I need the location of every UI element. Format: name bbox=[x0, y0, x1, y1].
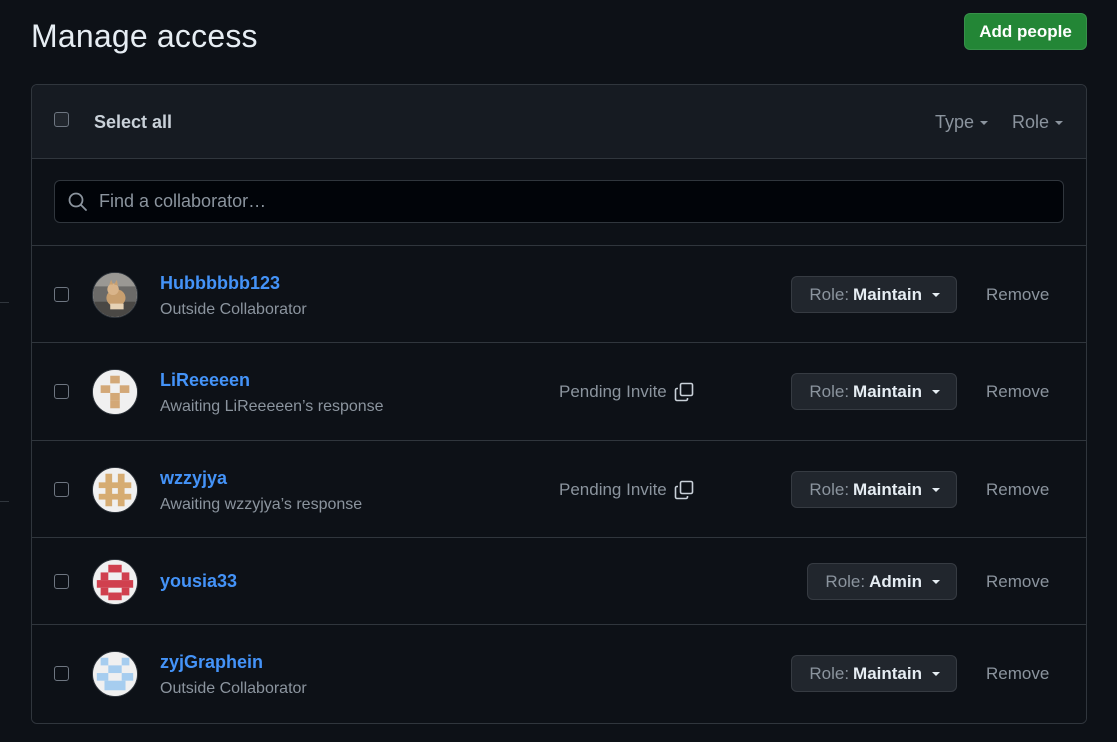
pending-invite-label: Pending Invite bbox=[559, 480, 667, 499]
identicon-avatar[interactable] bbox=[92, 651, 138, 697]
search-input[interactable] bbox=[97, 190, 1001, 213]
table-row: Hubbbbbb123 Outside Collaborator Role: M… bbox=[32, 246, 1086, 343]
remove-button[interactable]: Remove bbox=[986, 285, 1049, 305]
chevron-down-icon bbox=[932, 389, 940, 394]
role-filter-label: Role bbox=[1012, 112, 1050, 132]
list-header: Select all Type Role bbox=[32, 85, 1086, 159]
role-value: Maintain bbox=[853, 663, 922, 683]
username-link[interactable]: LiReeeeen bbox=[160, 370, 250, 391]
copy-icon[interactable] bbox=[673, 381, 695, 403]
divider bbox=[0, 302, 9, 303]
table-row: wzzyjya Awaiting wzzyjya’s response Pend… bbox=[32, 441, 1086, 538]
remove-button[interactable]: Remove bbox=[986, 664, 1049, 684]
select-all-checkbox[interactable] bbox=[54, 112, 69, 127]
role-value: Maintain bbox=[853, 284, 922, 304]
role-dropdown-button[interactable]: Role: Maintain bbox=[791, 471, 957, 508]
member-subtitle: Awaiting LiReeeeen’s response bbox=[160, 398, 384, 415]
chevron-down-icon bbox=[1055, 120, 1064, 125]
username-link[interactable]: zyjGraphein bbox=[160, 652, 263, 673]
username-link[interactable]: Hubbbbbb123 bbox=[160, 273, 280, 294]
pending-invite-label: Pending Invite bbox=[559, 382, 667, 401]
row-checkbox[interactable] bbox=[54, 666, 69, 681]
table-row: yousia33 Role: Admin Remove bbox=[32, 538, 1086, 625]
role-dropdown-button[interactable]: Role: Admin bbox=[807, 563, 957, 600]
role-prefix: Role: bbox=[809, 381, 850, 401]
remove-button[interactable]: Remove bbox=[986, 382, 1049, 402]
role-dropdown-button[interactable]: Role: Maintain bbox=[791, 276, 957, 313]
role-filter-dropdown[interactable]: Role bbox=[1012, 112, 1064, 133]
identicon-avatar[interactable] bbox=[92, 467, 138, 513]
role-prefix: Role: bbox=[809, 479, 850, 499]
row-checkbox[interactable] bbox=[54, 384, 69, 399]
identicon-avatar[interactable] bbox=[92, 369, 138, 415]
remove-button[interactable]: Remove bbox=[986, 572, 1049, 592]
table-row: zyjGraphein Outside Collaborator Role: M… bbox=[32, 625, 1086, 723]
role-value: Admin bbox=[869, 571, 922, 591]
page-title: Manage access bbox=[31, 18, 258, 54]
search-field[interactable] bbox=[54, 180, 1064, 223]
row-checkbox[interactable] bbox=[54, 574, 69, 589]
role-prefix: Role: bbox=[809, 663, 850, 683]
pending-invite-status: Pending Invite bbox=[559, 381, 695, 403]
chevron-down-icon bbox=[980, 120, 989, 125]
add-people-button[interactable]: Add people bbox=[964, 13, 1087, 50]
username-link[interactable]: yousia33 bbox=[160, 571, 237, 592]
row-checkbox[interactable] bbox=[54, 482, 69, 497]
identicon-avatar[interactable] bbox=[92, 559, 138, 605]
divider bbox=[0, 501, 9, 502]
username-link[interactable]: wzzyjya bbox=[160, 468, 227, 489]
table-row: LiReeeeen Awaiting LiReeeeen’s response … bbox=[32, 343, 1086, 441]
role-value: Maintain bbox=[853, 479, 922, 499]
role-dropdown-button[interactable]: Role: Maintain bbox=[791, 373, 957, 410]
role-prefix: Role: bbox=[825, 571, 866, 591]
search-area bbox=[32, 159, 1086, 246]
pending-invite-status: Pending Invite bbox=[559, 479, 695, 501]
type-filter-dropdown[interactable]: Type bbox=[935, 112, 989, 133]
member-subtitle: Awaiting wzzyjya’s response bbox=[160, 496, 363, 513]
member-subtitle: Outside Collaborator bbox=[160, 301, 307, 318]
chevron-down-icon bbox=[932, 579, 940, 584]
role-value: Maintain bbox=[853, 381, 922, 401]
photo-avatar[interactable] bbox=[92, 272, 138, 318]
member-subtitle: Outside Collaborator bbox=[160, 680, 307, 697]
chevron-down-icon bbox=[932, 292, 940, 297]
select-all-label[interactable]: Select all bbox=[94, 112, 172, 133]
remove-button[interactable]: Remove bbox=[986, 480, 1049, 500]
chevron-down-icon bbox=[932, 671, 940, 676]
row-checkbox[interactable] bbox=[54, 287, 69, 302]
copy-icon[interactable] bbox=[673, 479, 695, 501]
role-prefix: Role: bbox=[809, 284, 850, 304]
manage-access-page: Manage access Add people Select all Type… bbox=[0, 0, 1117, 742]
type-filter-label: Type bbox=[935, 112, 975, 132]
chevron-down-icon bbox=[932, 487, 940, 492]
role-dropdown-button[interactable]: Role: Maintain bbox=[791, 655, 957, 692]
search-icon bbox=[68, 192, 87, 211]
collaborators-panel: Select all Type Role Find a collaborator… bbox=[31, 84, 1087, 724]
